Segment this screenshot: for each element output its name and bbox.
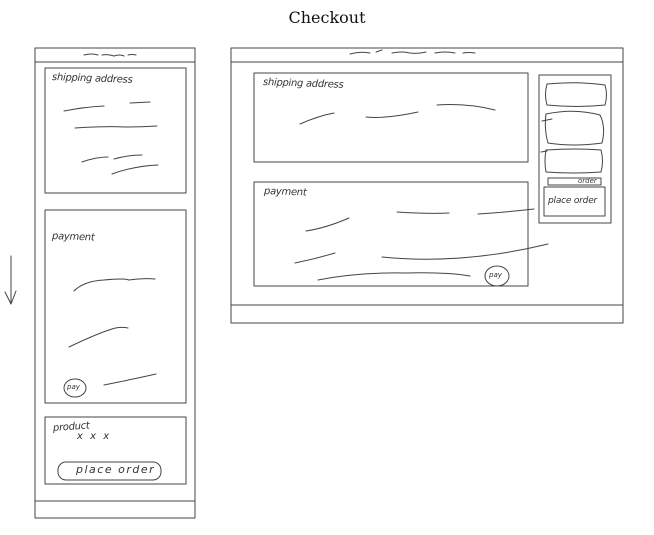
- desktop-pay-button-label[interactable]: pay: [489, 271, 502, 279]
- mobile-payment-label: payment: [51, 231, 95, 244]
- desktop-small-button-label[interactable]: order: [578, 177, 597, 185]
- mobile-pay-button-label[interactable]: pay: [67, 383, 80, 391]
- mobile-shipping-section: [44, 67, 187, 194]
- desktop-place-order-label[interactable]: place order: [548, 196, 604, 206]
- mobile-frame: [34, 47, 196, 519]
- desktop-payment-label: payment: [263, 186, 307, 199]
- arrow-down-icon: [4, 255, 17, 305]
- mobile-place-order-label[interactable]: place order: [76, 463, 155, 476]
- mobile-product-items: x x x: [77, 431, 112, 442]
